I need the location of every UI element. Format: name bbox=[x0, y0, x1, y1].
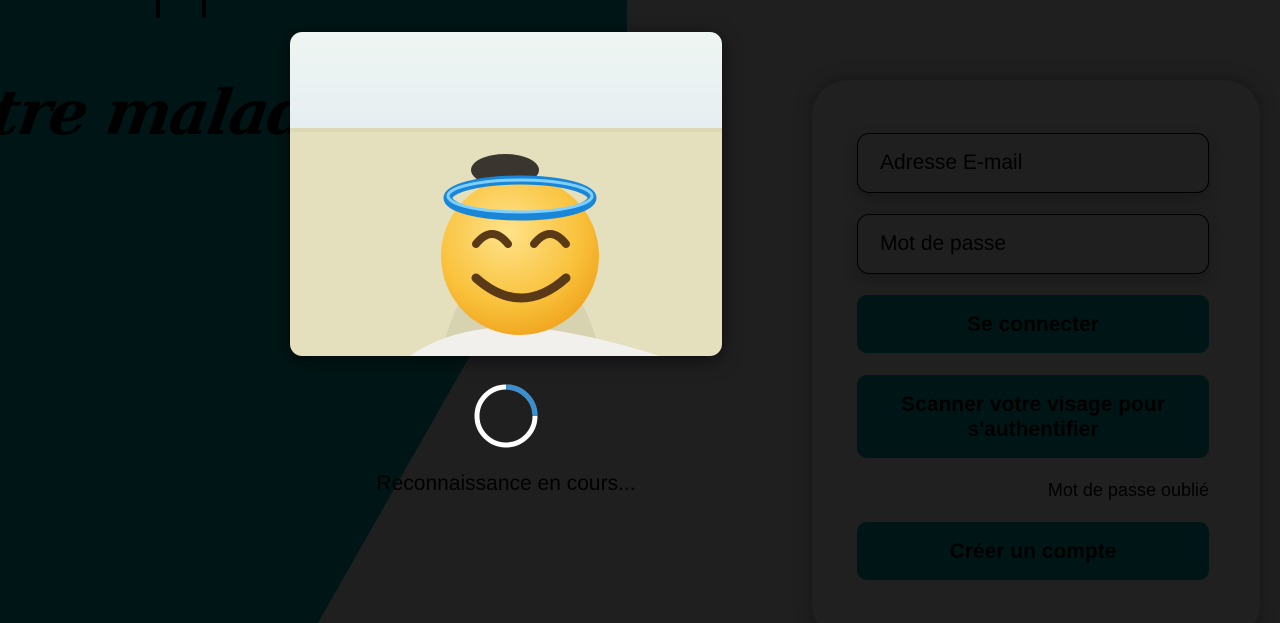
face-scan-button[interactable]: Scanner votre visage pour s'authentifier bbox=[857, 375, 1209, 458]
forgot-password-link[interactable]: Mot de passe oublié bbox=[960, 480, 1209, 501]
login-page: tre malade Adresse E-mail Mot de passe S… bbox=[0, 0, 1280, 623]
recognition-status: Reconnaissance en cours... bbox=[376, 472, 636, 495]
create-account-button[interactable]: Créer un compte bbox=[857, 522, 1209, 580]
logo-mark bbox=[156, 0, 206, 18]
camera-preview bbox=[290, 32, 722, 356]
email-field[interactable]: Adresse E-mail bbox=[857, 133, 1209, 193]
loading-spinner-icon bbox=[473, 383, 539, 449]
password-field[interactable]: Mot de passe bbox=[857, 214, 1209, 274]
login-button[interactable]: Se connecter bbox=[857, 295, 1209, 353]
